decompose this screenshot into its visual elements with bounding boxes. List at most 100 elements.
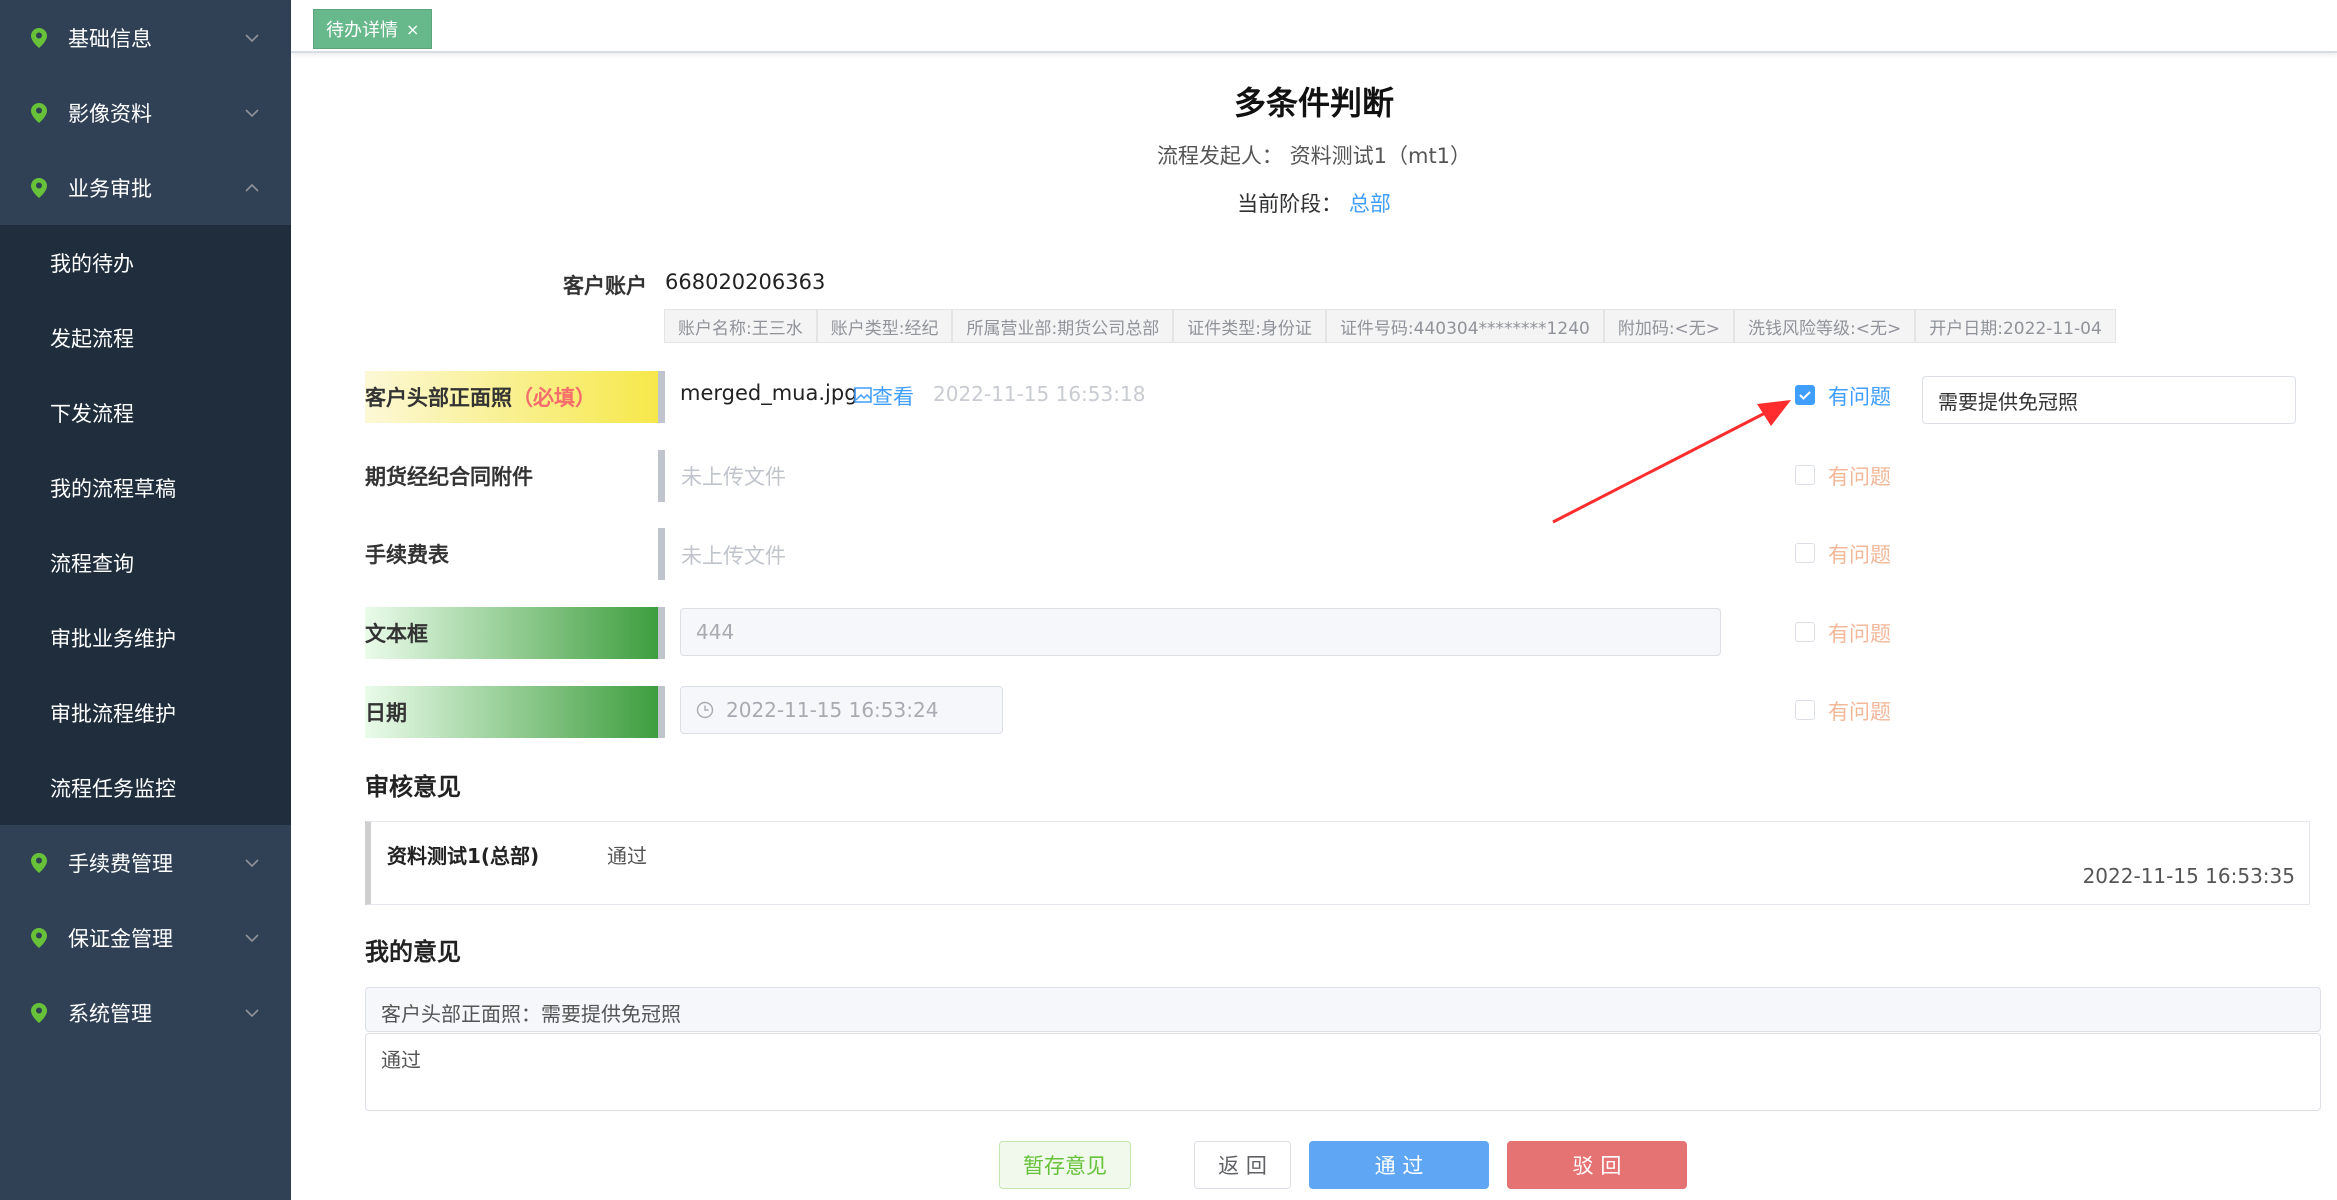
row-label-photo: 客户头部正面照 （必填）	[365, 371, 665, 423]
issue-note-input[interactable]: 需要提供免冠照	[1922, 376, 2296, 424]
sidebar-item-dispatch-flow[interactable]: 下发流程	[0, 375, 291, 450]
date-label: 日期	[365, 701, 407, 725]
account-tag: 附加码:<无>	[1603, 309, 1735, 343]
menu-basic-info[interactable]: 基础信息	[0, 0, 291, 75]
photo-label: 客户头部正面照	[365, 386, 512, 410]
review-time: 2022-11-15 16:53:35	[2082, 864, 2295, 888]
sidebar-item-task-monitor[interactable]: 流程任务监控	[0, 750, 291, 825]
issue-checkbox-textbox[interactable]	[1795, 622, 1815, 642]
menu-label: 系统管理	[68, 1001, 152, 1026]
menu-business-approval[interactable]: 业务审批	[0, 150, 291, 225]
contract-empty: 未上传文件	[681, 465, 786, 489]
fee-empty: 未上传文件	[681, 544, 786, 568]
account-tag: 证件号码:440304********1240	[1325, 309, 1604, 343]
account-value: 668020206363	[665, 270, 826, 294]
menu-label: 业务审批	[68, 176, 152, 201]
row-label-fee: 手续费表	[365, 528, 665, 580]
sidebar-item-approval-flow[interactable]: 审批流程维护	[0, 675, 291, 750]
location-pin-icon	[28, 1002, 50, 1024]
menu-label: 保证金管理	[68, 926, 173, 951]
save-opinion-button[interactable]: 暂存意见	[999, 1141, 1131, 1189]
chevron-down-icon	[243, 28, 261, 46]
menu-label: 手续费管理	[68, 851, 173, 876]
account-tag: 洗钱风险等级:<无>	[1734, 309, 1916, 343]
view-link[interactable]: 查看	[854, 381, 914, 411]
location-pin-icon	[28, 27, 50, 49]
tab-todo-detail[interactable]: 待办详情 ×	[313, 9, 433, 49]
menu-system-management[interactable]: 系统管理	[0, 975, 291, 1050]
menu-fee-management[interactable]: 手续费管理	[0, 825, 291, 900]
account-tag: 所属营业部:期货公司总部	[952, 309, 1174, 343]
issue-checkbox-date[interactable]	[1795, 700, 1815, 720]
issue-label-date: 有问题	[1828, 700, 1891, 724]
page-title: 多条件判断	[1233, 84, 1394, 122]
tab-bar: 待办详情 ×	[291, 0, 2337, 53]
tab-label: 待办详情	[326, 20, 398, 41]
initiator-line: 流程发起人： 资料测试1（mt1）	[291, 140, 2337, 170]
location-pin-icon	[28, 927, 50, 949]
sidebar-item-my-todo[interactable]: 我的待办	[0, 225, 291, 300]
issue-label-fee: 有问题	[1828, 543, 1891, 567]
view-label: 查看	[872, 385, 914, 409]
submenu-business-approval: 我的待办 发起流程 下发流程 我的流程草稿 流程查询 审批业务维护 审批流程维护…	[0, 225, 291, 825]
account-tag: 账户类型:经纪	[816, 309, 953, 343]
sidebar-item-approval-business[interactable]: 审批业务维护	[0, 600, 291, 675]
reject-button[interactable]: 驳 回	[1507, 1141, 1687, 1189]
location-pin-icon	[28, 177, 50, 199]
chevron-up-icon	[243, 178, 261, 196]
chevron-down-icon	[243, 103, 261, 121]
sidebar-item-start-flow[interactable]: 发起流程	[0, 300, 291, 375]
opinion-summary-textarea[interactable]: 客户头部正面照：需要提供免冠照	[365, 987, 2321, 1032]
initiator-value: 资料测试1（mt1）	[1289, 144, 1472, 168]
sidebar-item-flow-query[interactable]: 流程查询	[0, 525, 291, 600]
my-opinion-title: 我的意见	[365, 938, 461, 966]
date-input[interactable]: 2022-11-15 16:53:24	[680, 686, 1003, 734]
textbox-input[interactable]: 444	[680, 608, 1721, 656]
textbox-label: 文本框	[365, 622, 428, 646]
required-mark: （必填）	[512, 386, 596, 410]
account-tag: 开户日期:2022-11-04	[1915, 309, 2116, 343]
account-tag: 证件类型:身份证	[1173, 309, 1326, 343]
menu-margin-management[interactable]: 保证金管理	[0, 900, 291, 975]
main-content: 待办详情 × 多条件判断 流程发起人： 资料测试1（mt1） 当前阶段： 总部 …	[291, 0, 2337, 1200]
menu-label: 基础信息	[68, 26, 152, 51]
menu-image-data[interactable]: 影像资料	[0, 75, 291, 150]
review-opinion: 通过	[607, 844, 647, 868]
chevron-down-icon	[243, 928, 261, 946]
chevron-down-icon	[243, 1003, 261, 1021]
review-title: 审核意见	[365, 773, 461, 801]
annotation-arrow-icon	[1552, 400, 1791, 524]
clock-icon	[696, 701, 714, 719]
menu-label: 影像资料	[68, 101, 152, 126]
contract-label: 期货经纪合同附件	[365, 465, 533, 489]
row-label-date: 日期	[365, 686, 665, 738]
date-value: 2022-11-15 16:53:24	[726, 698, 939, 722]
row-label-contract: 期货经纪合同附件	[365, 450, 665, 502]
sidebar-item-flow-drafts[interactable]: 我的流程草稿	[0, 450, 291, 525]
issue-label-textbox: 有问题	[1828, 622, 1891, 646]
review-user: 资料测试1(总部)	[387, 844, 540, 868]
review-entry: 资料测试1(总部) 通过 2022-11-15 16:53:35	[365, 821, 2310, 905]
close-icon[interactable]: ×	[406, 20, 419, 39]
back-button[interactable]: 返 回	[1194, 1141, 1291, 1189]
stage-value-link[interactable]: 总部	[1349, 192, 1391, 216]
stage-line: 当前阶段： 总部	[291, 188, 2337, 218]
sidebar: 基础信息 影像资料 业务审批 我的待办 发起流程 下发流程 我的流程草稿 流程查…	[0, 0, 291, 1200]
account-tags: 账户名称:王三水 账户类型:经纪 所属营业部:期货公司总部 证件类型:身份证 证…	[664, 309, 2116, 343]
pass-button[interactable]: 通 过	[1309, 1141, 1489, 1189]
photo-filename: merged_mua.jpg	[680, 381, 858, 405]
stage-label: 当前阶段：	[1237, 192, 1343, 216]
photo-upload-time: 2022-11-15 16:53:18	[933, 382, 1146, 406]
location-pin-icon	[28, 102, 50, 124]
initiator-label: 流程发起人：	[1156, 144, 1283, 168]
location-pin-icon	[28, 852, 50, 874]
issue-label-photo: 有问题	[1828, 385, 1891, 409]
row-label-textbox: 文本框	[365, 607, 665, 659]
issue-checkbox-fee[interactable]	[1795, 543, 1815, 563]
chevron-down-icon	[243, 853, 261, 871]
opinion-textarea[interactable]: 通过	[365, 1033, 2321, 1111]
account-label: 客户账户	[563, 274, 647, 298]
issue-label-contract: 有问题	[1828, 465, 1891, 489]
image-icon	[854, 384, 872, 408]
account-tag: 账户名称:王三水	[664, 309, 817, 343]
